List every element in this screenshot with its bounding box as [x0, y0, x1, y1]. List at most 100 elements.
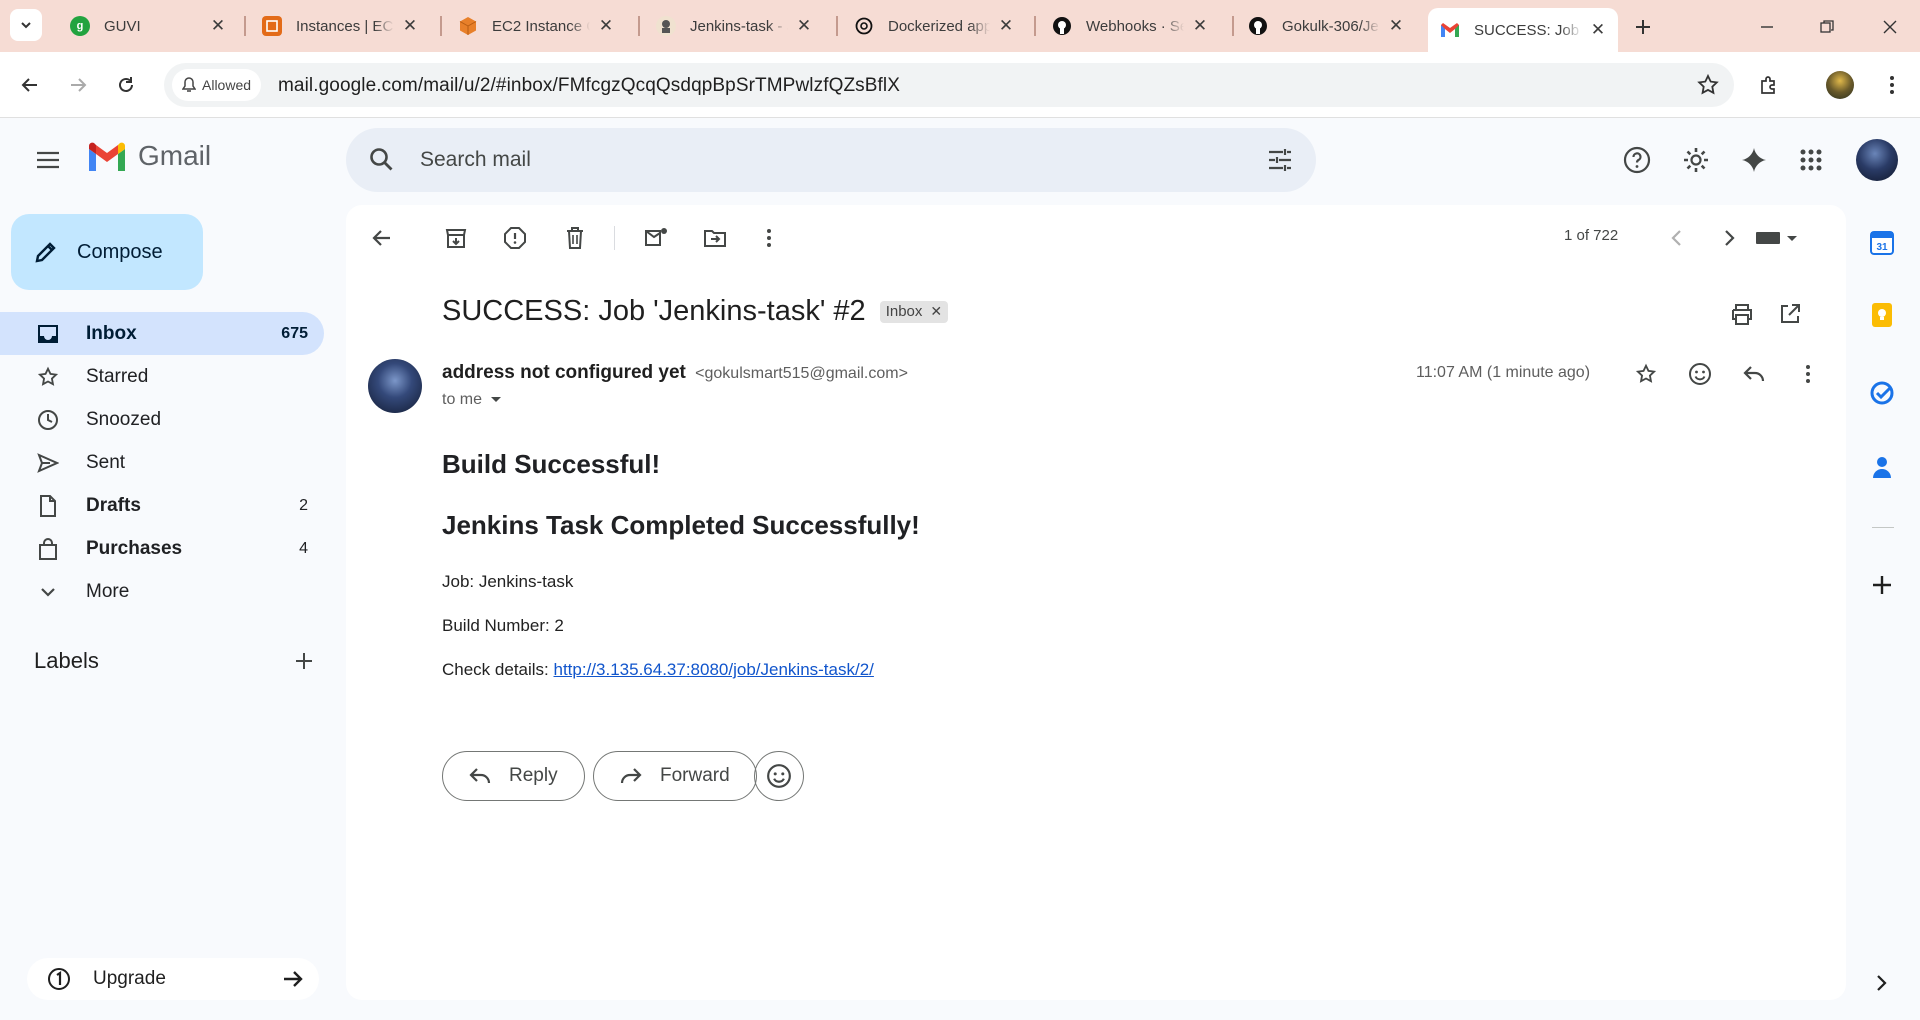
build-details-link[interactable]: http://3.135.64.37:8080/job/Jenkins-task… — [554, 660, 874, 679]
report-spam-button[interactable] — [499, 222, 531, 254]
search-icon[interactable] — [368, 146, 396, 174]
star-icon — [1635, 363, 1657, 383]
address-bar[interactable]: Allowed mail.google.com/mail/u/2/#inbox/… — [164, 63, 1734, 107]
nav-snoozed[interactable]: Snoozed — [0, 398, 324, 441]
tab-guvi[interactable]: g GUVI ✕ — [58, 8, 238, 44]
star-message-button[interactable] — [1630, 358, 1662, 390]
tab-title: Instances | EC2 — [296, 17, 394, 35]
nav-purchases[interactable]: Purchases 4 — [0, 527, 324, 570]
account-avatar[interactable] — [1856, 139, 1898, 181]
profile-avatar-button[interactable] — [1824, 69, 1856, 101]
sender-avatar[interactable] — [368, 359, 422, 413]
forward-button[interactable]: Forward — [593, 751, 757, 801]
older-button[interactable] — [1714, 222, 1746, 254]
main-menu-button[interactable] — [32, 144, 64, 176]
inbox-label-chip[interactable]: Inbox ✕ — [879, 300, 949, 323]
close-tab-icon[interactable]: ✕ — [794, 16, 814, 36]
archive-button[interactable] — [440, 222, 472, 254]
close-tab-icon[interactable]: ✕ — [996, 16, 1016, 36]
close-tab-icon[interactable]: ✕ — [1190, 16, 1210, 36]
new-tab-button[interactable] — [1628, 12, 1658, 42]
calendar-app-button[interactable]: 31 — [1864, 225, 1900, 261]
search-options-icon[interactable] — [1266, 146, 1294, 174]
site-permission-chip[interactable]: Allowed — [172, 69, 262, 101]
add-label-icon[interactable] — [294, 651, 314, 671]
settings-button[interactable] — [1680, 144, 1712, 176]
close-window-button[interactable] — [1875, 12, 1905, 42]
move-to-button[interactable] — [699, 222, 731, 254]
close-tab-icon[interactable]: ✕ — [1386, 16, 1406, 36]
input-tools-button[interactable] — [1750, 222, 1806, 254]
emoji-icon — [767, 764, 791, 788]
nav-drafts[interactable]: Drafts 2 — [0, 484, 324, 527]
close-tab-icon[interactable]: ✕ — [208, 16, 228, 36]
message-subject: SUCCESS: Job 'Jenkins-task' #2 Inbox ✕ — [442, 295, 949, 328]
tasks-app-button[interactable] — [1864, 375, 1900, 411]
url-text[interactable]: mail.google.com/mail/u/2/#inbox/FMfcgzQc… — [278, 75, 900, 97]
get-addons-button[interactable] — [1864, 567, 1900, 603]
tab-jenkins-task[interactable]: Jenkins-task - J ✕ — [644, 8, 824, 44]
tab-webhooks[interactable]: Webhooks · Set ✕ — [1040, 8, 1220, 44]
print-button[interactable] — [1726, 298, 1758, 330]
newer-button[interactable] — [1660, 222, 1692, 254]
gmail-logo[interactable]: Gmail — [86, 140, 211, 172]
search-bar[interactable]: Search mail — [346, 128, 1316, 192]
sparkle-icon — [1742, 148, 1766, 172]
minimize-icon — [1761, 26, 1773, 28]
emoji-reaction-button[interactable] — [754, 751, 804, 801]
extensions-button[interactable] — [1753, 69, 1785, 101]
recipient-details[interactable]: to me — [442, 391, 506, 409]
tab-ec2-instance-connect[interactable]: EC2 Instance Co ✕ — [446, 8, 626, 44]
sender-name[interactable]: address not configured yet — [442, 362, 686, 383]
upgrade-button[interactable]: Upgrade — [27, 958, 319, 1000]
chevron-down-icon — [21, 22, 31, 29]
add-reaction-button[interactable] — [1684, 358, 1716, 390]
close-tab-icon[interactable]: ✕ — [1588, 20, 1608, 40]
arrow-left-icon — [21, 78, 37, 92]
close-tab-icon[interactable]: ✕ — [596, 16, 616, 36]
search-input[interactable]: Search mail — [420, 148, 531, 172]
nav-more[interactable]: More — [0, 570, 324, 613]
hide-side-panel-button[interactable] — [1864, 965, 1900, 1001]
nav-starred[interactable]: Starred — [0, 355, 324, 398]
remove-label-icon[interactable]: ✕ — [930, 303, 942, 320]
more-vert-icon — [767, 229, 771, 247]
compose-button[interactable]: Compose — [11, 214, 203, 290]
reply-button[interactable]: Reply — [442, 751, 585, 801]
keep-app-button[interactable] — [1864, 297, 1900, 333]
restore-button[interactable] — [1812, 12, 1842, 42]
forward-button[interactable] — [62, 69, 94, 101]
apps-button[interactable] — [1795, 144, 1827, 176]
nav-inbox[interactable]: Inbox 675 — [0, 312, 324, 355]
reply-icon-button[interactable] — [1738, 358, 1770, 390]
reload-button[interactable] — [110, 69, 142, 101]
more-actions-button[interactable] — [753, 222, 785, 254]
tab-gmail-active[interactable]: SUCCESS: Job ' ✕ — [1428, 8, 1618, 52]
folder-move-icon — [704, 230, 726, 247]
browser-menu-button[interactable] — [1876, 69, 1908, 101]
nav-sent[interactable]: Sent — [0, 441, 324, 484]
back-to-inbox-button[interactable] — [366, 222, 398, 254]
tab-github-repo[interactable]: Gokulk-306/Jen ✕ — [1236, 8, 1416, 44]
close-tab-icon[interactable]: ✕ — [400, 16, 420, 36]
support-button[interactable] — [1621, 144, 1653, 176]
message-more-button[interactable] — [1792, 358, 1824, 390]
tab-title: GUVI — [104, 17, 141, 35]
bell-icon — [182, 77, 196, 92]
open-new-window-button[interactable] — [1774, 298, 1806, 330]
tab-dockerized-app[interactable]: Dockerized app ✕ — [842, 8, 1026, 44]
tab-search-button[interactable] — [10, 9, 42, 41]
gemini-button[interactable] — [1738, 144, 1770, 176]
minimize-button[interactable] — [1752, 12, 1782, 42]
mark-unread-button[interactable] — [640, 222, 672, 254]
delete-button[interactable] — [559, 222, 591, 254]
body-build-line: Build Number: 2 — [442, 616, 564, 635]
report-icon — [504, 227, 526, 249]
message-pane: 1 of 722 SUCCESS: Job 'Jenkins-task' #2 … — [346, 205, 1846, 1000]
contacts-app-button[interactable] — [1864, 449, 1900, 485]
back-button[interactable] — [14, 69, 46, 101]
open-in-new-icon — [1781, 304, 1800, 323]
bookmark-star-icon[interactable] — [1696, 73, 1720, 97]
trash-icon — [567, 227, 583, 249]
tab-ec2-instances[interactable]: Instances | EC2 ✕ — [250, 8, 430, 44]
